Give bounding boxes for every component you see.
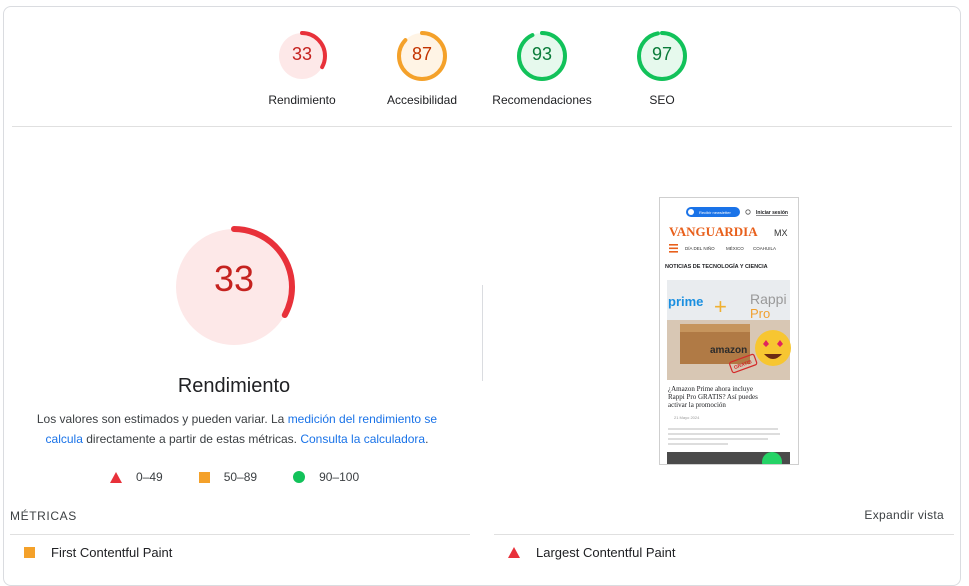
square-icon	[24, 547, 35, 558]
thumb-nav-2: MÉXICO	[726, 245, 744, 251]
thumb-nav-1: DÍA DEL NIÑO	[685, 245, 715, 251]
gauge-score: 33	[291, 44, 313, 64]
metrics-divider-right	[494, 534, 954, 535]
performance-description: Los valores son estimados y pueden varia…	[32, 409, 442, 449]
metrics-divider-left	[10, 534, 470, 535]
final-screenshot[interactable]: Recibir newsletter Iniciar sesión VANGUA…	[659, 197, 799, 465]
gauge-label: Rendimiento	[268, 93, 336, 107]
metrics-heading: MÉTRICAS	[10, 509, 77, 523]
metric-fcp[interactable]: First Contentful Paint	[24, 545, 172, 560]
description-text: directamente a partir de estas métricas.	[82, 432, 301, 446]
gauge-score: 93	[531, 44, 553, 64]
logo-suffix: MX	[774, 228, 788, 238]
thumb-rappi: Rappi	[750, 291, 787, 307]
description-text: .	[425, 432, 429, 446]
performance-score: 33	[213, 258, 255, 299]
metric-label: First Contentful Paint	[51, 545, 173, 560]
gauge-label: Recomendaciones	[492, 93, 592, 107]
newsletter-text: Recibir newsletter	[699, 210, 731, 215]
svg-text:+: +	[714, 294, 727, 319]
metric-label: Largest Contentful Paint	[536, 545, 676, 560]
metric-lcp[interactable]: Largest Contentful Paint	[508, 545, 675, 560]
thumb-headline: ¿Amazon Prime ahora incluye Rappi Pro GR…	[668, 385, 760, 409]
thumb-amazon: amazon	[710, 345, 747, 356]
expand-view-button[interactable]: Expandir vista	[864, 508, 944, 522]
gauge-score: 87	[411, 44, 433, 64]
legend-label: 0–49	[136, 470, 163, 484]
score-legend: 0–49 50–89 90–100	[110, 470, 395, 484]
legend-label: 50–89	[223, 470, 258, 484]
login-text: Iniciar sesión	[756, 210, 788, 216]
performance-gauge: 33	[172, 225, 296, 349]
calculator-link[interactable]: Consulta la calculadora	[300, 432, 425, 446]
performance-title: Rendimiento	[177, 375, 291, 397]
gauge-score: 97	[651, 44, 673, 64]
legend-average: 50–89	[198, 470, 258, 484]
thumb-section: NOTICIAS DE TECNOLOGÍA Y CIENCIA	[665, 262, 768, 270]
gauge-label: Accesibilidad	[386, 93, 458, 107]
gauge-label: SEO	[649, 93, 675, 107]
triangle-icon	[508, 547, 520, 558]
gauge-accessibility[interactable]: 87 Accesibilidad	[357, 31, 487, 107]
vertical-divider	[482, 285, 483, 381]
triangle-icon	[110, 471, 122, 483]
mail-icon	[688, 209, 694, 215]
legend-fail: 0–49	[110, 470, 163, 484]
emoji-icon	[755, 330, 791, 366]
square-icon	[198, 471, 210, 483]
header-divider	[12, 126, 952, 127]
description-text: Los valores son estimados y pueden varia…	[36, 412, 288, 426]
circle-icon	[293, 471, 306, 483]
report-card: 33 Rendimiento 87 Accesibilidad 93 Recom…	[3, 6, 961, 586]
gauge-seo[interactable]: 97 SEO	[597, 31, 727, 107]
logo-text: VANGUARDIA	[669, 224, 758, 239]
thumb-date: 21 Mayo 2024	[674, 415, 700, 420]
page-thumbnail: Recibir newsletter Iniciar sesión VANGUA…	[665, 207, 791, 464]
legend-pass: 90–100	[293, 470, 359, 484]
thumb-nav-3: COAHUILA	[753, 246, 776, 251]
gauge-performance[interactable]: 33 Rendimiento	[237, 31, 367, 107]
thumb-prime: prime	[668, 294, 703, 309]
gauge-best-practices[interactable]: 93 Recomendaciones	[477, 31, 607, 107]
search-icon	[745, 209, 751, 215]
thumb-pro: Pro	[750, 306, 770, 321]
score-gauges: 33 Rendimiento 87 Accesibilidad 93 Recom…	[4, 7, 962, 127]
legend-label: 90–100	[319, 470, 360, 484]
